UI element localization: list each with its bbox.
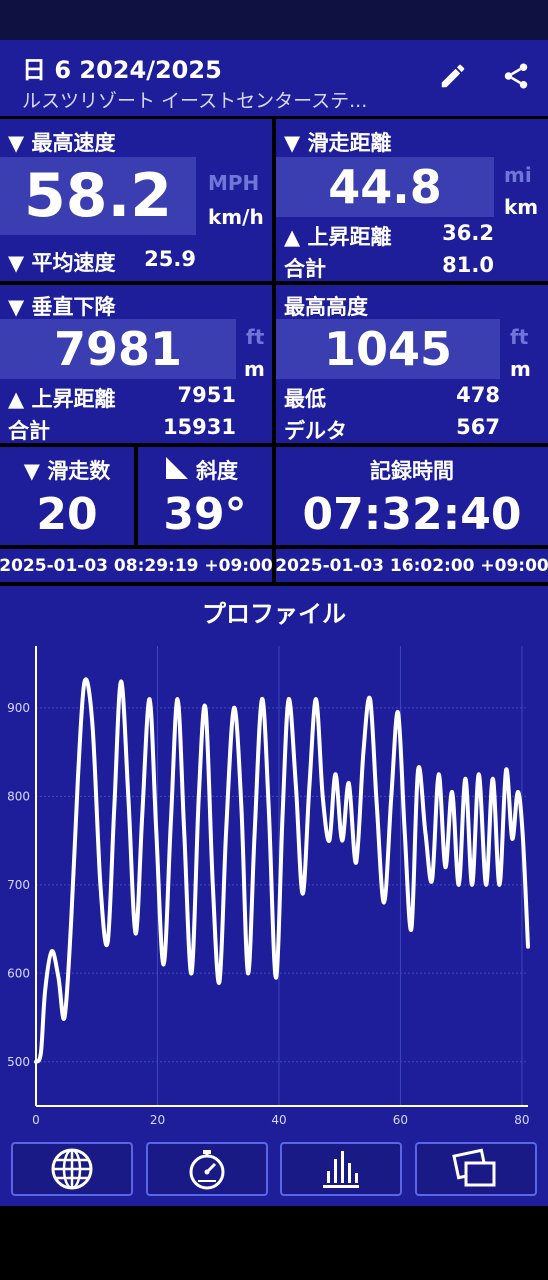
max-speed-value: 58.2 <box>0 157 196 235</box>
unit-mi[interactable]: mi <box>504 163 532 187</box>
pencil-icon <box>441 64 465 88</box>
ascent-distance-label: ▲ 上昇距離 <box>284 225 392 249</box>
start-time: 2025-01-03 08:29:19 +09:00 <box>0 549 273 582</box>
avg-speed-label: ▼ 平均速度 <box>8 251 116 275</box>
slope-panel[interactable]: 斜度 39° <box>138 447 272 545</box>
slope-label: 斜度 <box>196 459 238 483</box>
share-button[interactable] <box>494 54 538 98</box>
unit-km[interactable]: km <box>504 195 538 219</box>
max-altitude-value: 1045 <box>276 319 500 379</box>
y-tick-label: 900 <box>7 701 30 715</box>
vertical-descent-panel[interactable]: ▼ 垂直下降 7981 ft m ▲ 上昇距離 7951 合計 15931 <box>0 285 272 443</box>
vertical-total-label: 合計 <box>8 419 50 443</box>
nav-stopwatch-button[interactable] <box>146 1142 268 1196</box>
total-distance-label: 合計 <box>284 257 326 281</box>
unit-mph[interactable]: MPH <box>208 171 259 195</box>
min-altitude-value: 478 <box>456 383 500 407</box>
end-time: 2025-01-03 16:02:00 +09:00 <box>275 549 548 582</box>
vertical-descent-value: 7981 <box>0 319 236 379</box>
unit-m[interactable]: m <box>510 357 531 381</box>
vertical-ascent-label: ▲ 上昇距離 <box>8 387 116 411</box>
unit-kmh[interactable]: km/h <box>208 205 264 229</box>
unit-ft[interactable]: ft <box>246 325 264 349</box>
altitude-delta-label: デルタ <box>284 419 347 443</box>
runs-panel[interactable]: ▼ 滑走数 20 <box>0 447 134 545</box>
nav-gallery-button[interactable] <box>415 1142 537 1196</box>
ski-distance-panel[interactable]: ▼ 滑走距離 44.8 mi km ▲ 上昇距離 36.2 合計 81.0 <box>276 119 548 281</box>
record-time-value: 07:32:40 <box>302 488 522 540</box>
ski-distance-label: ▼ 滑走距離 <box>284 131 392 155</box>
vertical-ascent-value: 7951 <box>177 383 236 407</box>
share-icon <box>504 63 528 89</box>
ski-distance-value: 44.8 <box>276 157 494 217</box>
bar-chart-icon <box>323 1151 359 1188</box>
avg-speed-value: 25.9 <box>144 247 196 271</box>
record-time-panel[interactable]: 記録時間 07:32:40 <box>276 447 548 545</box>
system-nav-area <box>0 1206 548 1280</box>
vertical-total-value: 15931 <box>162 415 236 439</box>
profile-chart[interactable]: 0 20 40 60 80 500 600 700 800 900 <box>0 586 548 1136</box>
screens-icon <box>452 1148 496 1187</box>
altitude-delta-value: 567 <box>456 415 500 439</box>
max-speed-panel[interactable]: ▼ 最高速度 58.2 MPH km/h ▼ 平均速度 25.9 <box>0 119 272 281</box>
runs-label: ▼ 滑走数 <box>23 459 111 483</box>
y-tick-label: 800 <box>7 789 30 803</box>
y-tick-label: 500 <box>7 1055 30 1069</box>
unit-m[interactable]: m <box>244 357 265 381</box>
runs-value: 20 <box>36 488 98 540</box>
edit-button[interactable] <box>431 54 475 98</box>
nav-map-button[interactable] <box>11 1142 133 1196</box>
record-time-label: 記録時間 <box>370 459 454 483</box>
bottom-nav <box>0 1136 548 1206</box>
total-distance-value: 81.0 <box>442 253 494 277</box>
max-speed-label: ▼ 最高速度 <box>8 131 116 155</box>
x-tick-label: 80 <box>514 1113 529 1127</box>
x-tick-label: 60 <box>393 1113 408 1127</box>
x-tick-label: 0 <box>32 1113 40 1127</box>
x-tick-label: 20 <box>150 1113 165 1127</box>
y-tick-label: 700 <box>7 878 30 892</box>
vertical-descent-label: ▼ 垂直下降 <box>8 295 116 319</box>
unit-ft[interactable]: ft <box>510 325 528 349</box>
status-bar <box>0 0 548 40</box>
slope-icon <box>166 457 188 479</box>
profile-chart-panel[interactable]: プロファイル 0 20 40 60 80 500 600 700 800 900 <box>0 586 548 1136</box>
min-altitude-label: 最低 <box>284 387 326 411</box>
y-tick-label: 600 <box>7 966 30 980</box>
max-altitude-panel[interactable]: 最高高度 1045 ft m 最低 478 デルタ 567 <box>276 285 548 443</box>
page-title: 日 6 2024/2025 <box>22 56 222 84</box>
x-tick-label: 40 <box>271 1113 286 1127</box>
altitude-profile-line <box>34 677 530 1064</box>
nav-stats-button[interactable] <box>280 1142 402 1196</box>
globe-icon <box>51 1148 93 1190</box>
app-header: 日 6 2024/2025 ルスツリゾート イーストセンターステ... <box>0 40 548 116</box>
stopwatch-icon <box>189 1150 225 1190</box>
slope-value: 39° <box>163 488 247 540</box>
resort-name: ルスツリゾート イーストセンターステ... <box>22 90 368 112</box>
ascent-distance-value: 36.2 <box>442 221 494 245</box>
max-altitude-label: 最高高度 <box>284 295 368 319</box>
